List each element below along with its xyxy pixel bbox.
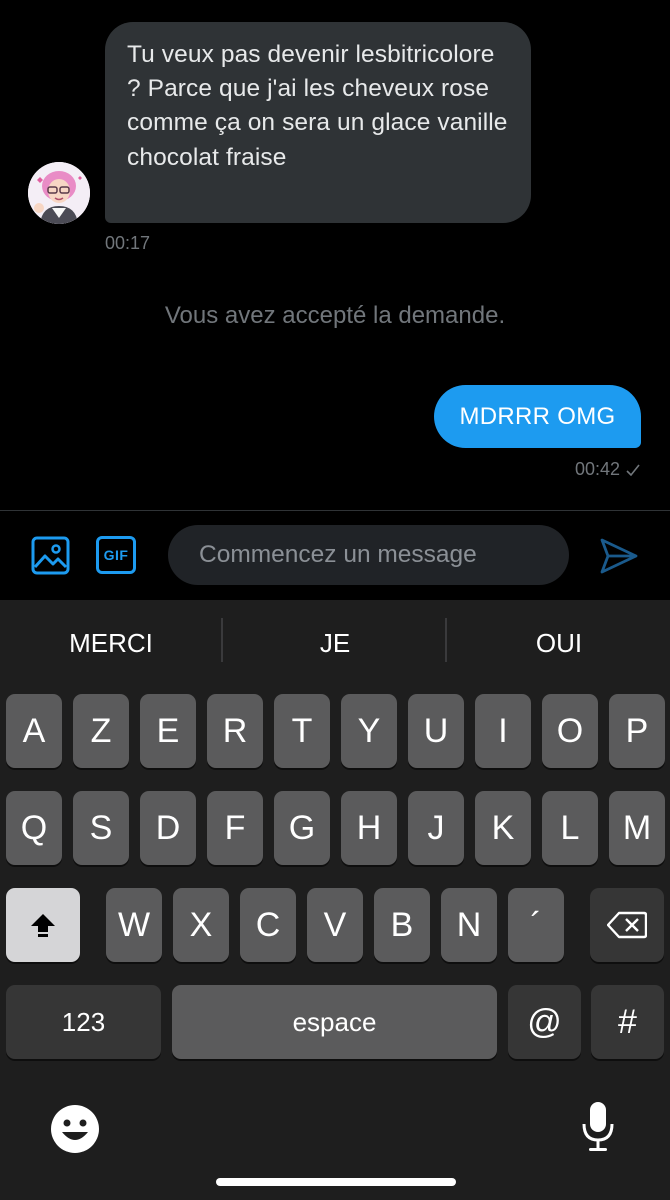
image-icon[interactable] <box>31 536 70 575</box>
key-g[interactable]: G <box>274 791 330 865</box>
backspace-icon <box>607 911 647 939</box>
keyboard: MERCI JE OUI A Z E R T Y U I O P Q S D F… <box>0 600 670 1200</box>
space-key[interactable]: espace <box>172 985 497 1059</box>
key-u[interactable]: U <box>408 694 464 768</box>
key-w[interactable]: W <box>106 888 162 962</box>
key-z[interactable]: Z <box>73 694 129 768</box>
key-a[interactable]: A <box>6 694 62 768</box>
delete-key[interactable] <box>590 888 664 962</box>
incoming-message-time: 00:17 <box>105 233 151 253</box>
key-y[interactable]: Y <box>341 694 397 768</box>
suggestion-bar: MERCI JE OUI <box>0 600 670 690</box>
system-notice: Vous avez accepté la demande. <box>164 302 506 329</box>
avatar-illustration <box>28 162 90 224</box>
outgoing-message-text: MDRRR OMG <box>459 402 616 430</box>
key-s[interactable]: S <box>73 791 129 865</box>
message-composer: GIF Commencez un message <box>0 510 670 600</box>
key-n[interactable]: N <box>441 888 497 962</box>
key-x[interactable]: X <box>173 888 229 962</box>
message-input-placeholder: Commencez un message <box>199 541 477 568</box>
key-h[interactable]: H <box>341 791 397 865</box>
key-l[interactable]: L <box>542 791 598 865</box>
outgoing-message-time: 00:42 <box>574 459 620 479</box>
emoji-icon[interactable] <box>50 1104 100 1154</box>
home-indicator[interactable] <box>216 1178 456 1186</box>
gif-label: GIF <box>103 547 129 563</box>
suggestion-divider <box>445 618 447 662</box>
key-i[interactable]: I <box>475 694 531 768</box>
hash-key[interactable]: # <box>591 985 664 1059</box>
message-input[interactable]: Commencez un message <box>168 525 569 585</box>
conversation-view: Tu veux pas devenir lesbitricolore ? Par… <box>0 0 670 510</box>
key-o[interactable]: O <box>542 694 598 768</box>
key-k[interactable]: K <box>475 791 531 865</box>
send-icon[interactable] <box>599 537 639 575</box>
shift-key[interactable] <box>6 888 80 962</box>
suggestion-2[interactable]: JE <box>224 628 446 659</box>
outgoing-message-meta: 00:42 <box>575 459 640 480</box>
key-e[interactable]: E <box>140 694 196 768</box>
at-key[interactable]: @ <box>508 985 581 1059</box>
outgoing-message-bubble[interactable]: MDRRR OMG <box>434 385 641 448</box>
key-accent[interactable]: ´ <box>508 888 564 962</box>
key-p[interactable]: P <box>609 694 665 768</box>
key-f[interactable]: F <box>207 791 263 865</box>
suggestion-1[interactable]: MERCI <box>0 628 222 659</box>
incoming-message-bubble[interactable]: Tu veux pas devenir lesbitricolore ? Par… <box>105 22 531 223</box>
key-d[interactable]: D <box>140 791 196 865</box>
key-r[interactable]: R <box>207 694 263 768</box>
numbers-key[interactable]: 123 <box>6 985 161 1059</box>
key-t[interactable]: T <box>274 694 330 768</box>
key-b[interactable]: B <box>374 888 430 962</box>
gif-button[interactable]: GIF <box>96 536 136 574</box>
key-v[interactable]: V <box>307 888 363 962</box>
shift-icon <box>31 914 55 937</box>
incoming-message-text: Tu veux pas devenir lesbitricolore ? Par… <box>127 41 508 171</box>
suggestion-3[interactable]: OUI <box>448 628 670 659</box>
contact-avatar[interactable] <box>28 162 90 224</box>
microphone-icon[interactable] <box>580 1100 616 1154</box>
key-q[interactable]: Q <box>6 791 62 865</box>
checkmark-icon <box>626 464 640 476</box>
key-m[interactable]: M <box>609 791 665 865</box>
key-j[interactable]: J <box>408 791 464 865</box>
key-c[interactable]: C <box>240 888 296 962</box>
suggestion-divider <box>221 618 223 662</box>
